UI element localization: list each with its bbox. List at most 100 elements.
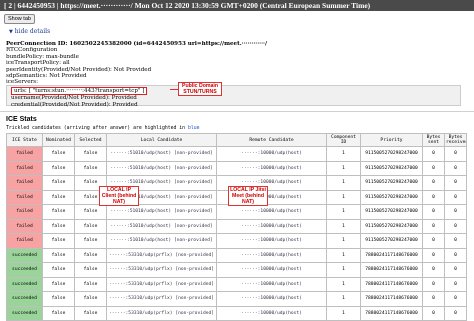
callout-local-ip-jitsi: LOCAL IP Jitsi Meet (behind NAT) [228, 186, 268, 206]
callout-public-domain: Public Domain STUN/TURNS [178, 82, 222, 96]
ice-servers-box: urls: [ "turns:stun.·········:443?transp… [6, 85, 461, 108]
show-tab-button[interactable]: Show tab [4, 14, 35, 24]
cell-nominated: false [42, 146, 75, 162]
table-row: failed false false ······:51010/udp(host) [… [6, 160, 467, 176]
cell-priority: 7880024117148676000 [360, 247, 423, 263]
table-row: succeeded false false ······:53310/udp(prfl… [6, 276, 467, 292]
cell-selected: false [74, 160, 107, 176]
cell-remote: ······:10000/udp(host) [216, 262, 327, 278]
cell-nominated: false [42, 305, 75, 321]
cell-received: 0 [444, 233, 467, 249]
cell-sent: 0 [422, 233, 445, 249]
cell-component: 1 [326, 276, 361, 292]
table-row: failed false false ······:51010/udp(host) [… [6, 146, 467, 162]
cell-local: ······:51010/udp(host) [non-provided] [106, 160, 217, 176]
cell-priority: 9115005270298247000 [360, 146, 423, 162]
trickled-note: Trickled candidates (arriving after answ… [6, 126, 200, 131]
cell-component: 1 [326, 291, 361, 307]
cell-received: 0 [444, 276, 467, 292]
cell-component: 1 [326, 305, 361, 321]
cell-nominated: false [42, 291, 75, 307]
cell-priority: 7880024117148676000 [360, 262, 423, 278]
cell-selected: false [74, 247, 107, 263]
cell-selected: false [74, 291, 107, 307]
cell-remote: ······:10000/udp(host) [216, 233, 327, 249]
cell-received: 0 [444, 291, 467, 307]
cell-selected: false [74, 218, 107, 234]
column-header[interactable]: Remote Candidate [216, 133, 327, 147]
cell-nominated: false [42, 247, 75, 263]
cell-sent: 0 [422, 204, 445, 220]
column-header[interactable]: Priority [360, 133, 423, 147]
cell-nominated: false [42, 189, 75, 205]
cell-received: 0 [444, 175, 467, 191]
cell-received: 0 [444, 247, 467, 263]
cell-priority: 9115005270298247000 [360, 189, 423, 205]
table-header-row: ICE State Nominated Selected Local Candi… [6, 133, 467, 147]
column-header[interactable]: Bytes received [444, 133, 467, 147]
cell-nominated: false [42, 175, 75, 191]
cell-priority: 9115005270298247000 [360, 175, 423, 191]
cell-state: failed [6, 175, 43, 191]
cell-selected: false [74, 146, 107, 162]
cell-state: succeeded [6, 305, 43, 321]
column-header[interactable]: ICE State [6, 133, 43, 147]
cell-local: ······:51010/udp(host) [non-provided] [106, 204, 217, 220]
cell-nominated: false [42, 218, 75, 234]
callout-arrow [170, 89, 178, 90]
cell-nominated: false [42, 262, 75, 278]
cell-local: ······:51010/udp(host) [non-provided] [106, 218, 217, 234]
column-header[interactable]: Component ID [326, 133, 361, 147]
cell-sent: 0 [422, 291, 445, 307]
cell-priority: 9115005270298247000 [360, 218, 423, 234]
cell-remote: ······:10000/udp(host) [216, 160, 327, 176]
cell-received: 0 [444, 189, 467, 205]
table-row: failed false false ······:51010/udp(host) [… [6, 233, 467, 249]
cell-sent: 0 [422, 189, 445, 205]
callout-local-ip-client: LOCAL IP Client (behind NAT) [99, 186, 139, 206]
column-header[interactable]: Nominated [42, 133, 75, 147]
cell-sent: 0 [422, 276, 445, 292]
cell-remote: ······:10000/udp(host) [216, 291, 327, 307]
cell-sent: 0 [422, 146, 445, 162]
cell-remote: ······:10000/udp(host) [216, 305, 327, 321]
cell-nominated: false [42, 233, 75, 249]
table-row: succeeded false false ······:53310/udp(prfl… [6, 291, 467, 307]
cell-local: ······:53310/udp(prflx) [non-provided] [106, 291, 217, 307]
cell-selected: false [74, 305, 107, 321]
cell-component: 1 [326, 175, 361, 191]
window-title: [ 2 | 6442450953 | https://meet.········… [0, 0, 474, 11]
cell-component: 1 [326, 233, 361, 249]
cell-nominated: false [42, 204, 75, 220]
hide-details-link[interactable]: ▼ hide details [9, 28, 50, 35]
cell-nominated: false [42, 160, 75, 176]
column-header[interactable]: Bytes sent [422, 133, 445, 147]
cell-component: 1 [326, 262, 361, 278]
column-header[interactable]: Selected [74, 133, 107, 147]
cell-state: succeeded [6, 291, 43, 307]
cell-local: ······:51010/udp(host) [non-provided] [106, 146, 217, 162]
cell-remote: ······:10000/udp(host) [216, 276, 327, 292]
cell-priority: 7880024117148676000 [360, 276, 423, 292]
table-row: succeeded false false ······:53310/udp(prfl… [6, 305, 467, 321]
cell-local: ······:53310/udp(prflx) [non-provided] [106, 247, 217, 263]
trickled-text: Trickled candidates (arriving after answ… [6, 126, 188, 131]
cell-state: failed [6, 233, 43, 249]
cell-local: ······:53310/udp(prflx) [non-provided] [106, 276, 217, 292]
column-header[interactable]: Local Candidate [106, 133, 217, 147]
cell-received: 0 [444, 146, 467, 162]
cell-component: 1 [326, 160, 361, 176]
triangle-down-icon: ▼ [9, 29, 13, 35]
cell-state: failed [6, 204, 43, 220]
cell-received: 0 [444, 305, 467, 321]
ice-stats-table: ICE State Nominated Selected Local Candi… [6, 133, 467, 321]
cell-state: failed [6, 218, 43, 234]
cell-state: failed [6, 146, 43, 162]
cell-priority: 7880024117148676000 [360, 291, 423, 307]
cell-priority: 9115005270298247000 [360, 204, 423, 220]
cell-remote: ······:10000/udp(host) [216, 146, 327, 162]
cell-selected: false [74, 233, 107, 249]
cell-selected: false [74, 262, 107, 278]
cell-received: 0 [444, 160, 467, 176]
cell-priority: 9115005270298247000 [360, 233, 423, 249]
